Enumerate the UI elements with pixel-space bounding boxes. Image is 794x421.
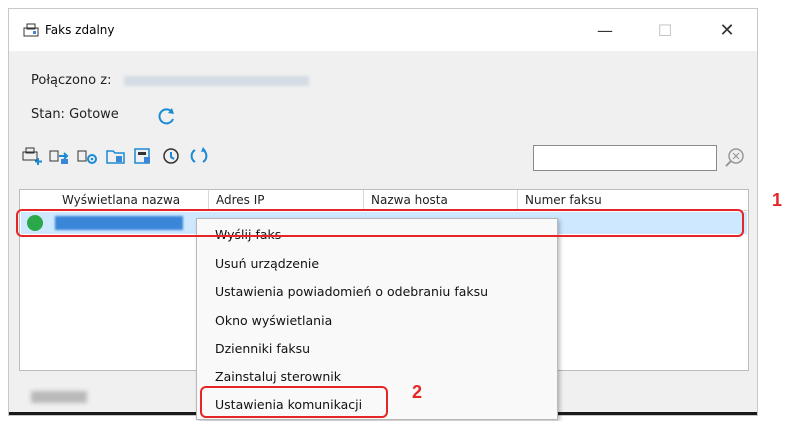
settings-icon[interactable] bbox=[77, 145, 99, 167]
menu-fax-logs[interactable]: Dzienniki faksu bbox=[215, 341, 310, 356]
menu-install-driver[interactable]: Zainstaluj sterownik bbox=[215, 369, 341, 384]
col-fax-number[interactable]: Numer faksu bbox=[525, 193, 602, 207]
col-divider[interactable] bbox=[208, 190, 209, 210]
search-icon[interactable] bbox=[723, 146, 747, 173]
state-label: Stan: bbox=[31, 107, 65, 122]
state-row: Stan: Gotowe bbox=[31, 107, 119, 122]
close-button[interactable]: ✕ bbox=[707, 17, 747, 43]
col-host-name[interactable]: Nazwa hosta bbox=[371, 193, 448, 207]
window-title: Faks zdalny bbox=[45, 23, 115, 37]
callout-number-1: 1 bbox=[772, 190, 783, 210]
menu-receive-notification-settings[interactable]: Ustawienia powiadomień o odebraniu faksu bbox=[215, 284, 488, 299]
fax-device-icon[interactable] bbox=[133, 145, 155, 167]
send-fax-icon[interactable] bbox=[49, 145, 71, 167]
col-divider[interactable] bbox=[517, 190, 518, 210]
folder-icon[interactable] bbox=[105, 145, 127, 167]
callout-number-2: 2 bbox=[412, 382, 423, 402]
title-bar: Faks zdalny — ☐ ✕ bbox=[9, 9, 757, 51]
connected-value-redacted bbox=[123, 75, 309, 86]
search-input[interactable] bbox=[533, 145, 717, 171]
col-divider[interactable] bbox=[363, 190, 364, 210]
col-ip-address[interactable]: Adres IP bbox=[216, 193, 265, 207]
row-highlight-box bbox=[16, 209, 744, 237]
connected-label: Połączono z: bbox=[31, 73, 112, 88]
fax-app-icon bbox=[23, 22, 39, 38]
footer-text-redacted bbox=[31, 391, 87, 403]
status-view-icon[interactable] bbox=[161, 145, 183, 167]
connected-row: Połączono z: bbox=[31, 73, 309, 88]
refresh-status-icon[interactable] bbox=[157, 107, 177, 130]
maximize-button[interactable]: ☐ bbox=[645, 17, 685, 43]
menu-display-window[interactable]: Okno wyświetlania bbox=[215, 313, 332, 328]
table-header: Wyświetlana nazwa Adres IP Nazwa hosta N… bbox=[20, 190, 748, 211]
add-device-icon[interactable] bbox=[21, 145, 43, 167]
menu-remove-device[interactable]: Usuń urządzenie bbox=[215, 256, 319, 271]
menu-item-highlight-box bbox=[200, 386, 388, 418]
minimize-button[interactable]: — bbox=[585, 17, 625, 43]
col-display-name[interactable]: Wyświetlana nazwa bbox=[62, 193, 180, 207]
refresh-list-icon[interactable] bbox=[189, 145, 211, 167]
toolbar bbox=[21, 145, 211, 173]
state-value: Gotowe bbox=[69, 107, 119, 122]
